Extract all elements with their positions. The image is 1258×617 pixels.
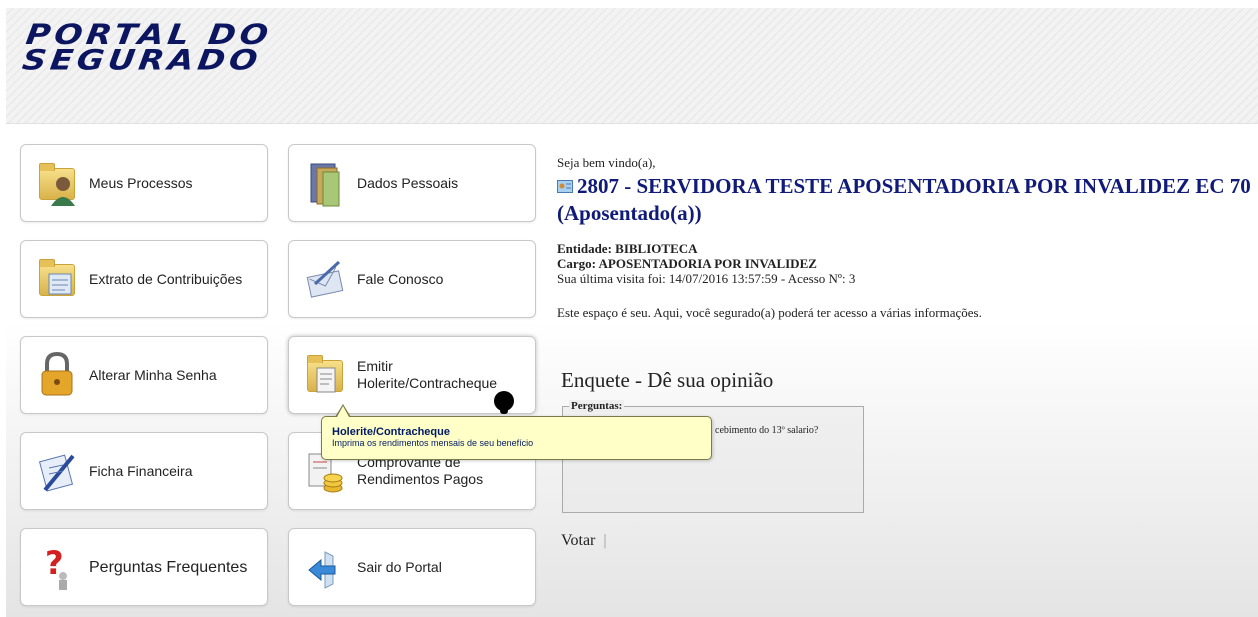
user-info: Entidade: BIBLIOTECA Cargo: APOSENTADORI…	[557, 241, 1251, 286]
menu-label: Extrato de Contribuições	[89, 270, 243, 287]
menu-extrato-contribuicoes[interactable]: Extrato de Contribuições	[20, 240, 268, 318]
user-name-line-1: 2807 - SERVIDORA TESTE APOSENTADORIA POR…	[577, 174, 1251, 198]
menu-label: Emitir Holerite/Contracheque	[357, 358, 498, 391]
menu-sair-portal[interactable]: Sair do Portal	[288, 528, 536, 606]
entidade-text: Entidade: BIBLIOTECA	[557, 241, 698, 256]
document-folder-icon	[305, 350, 345, 400]
user-name-line-2: (Aposentado(a))	[557, 201, 702, 225]
cargo-text: Cargo: APOSENTADORIA POR INVALIDEZ	[557, 256, 817, 271]
menu-perguntas-frequentes[interactable]: ? Perguntas Frequentes	[20, 528, 268, 606]
user-name-heading: 2807 - SERVIDORA TESTE APOSENTADORIA POR…	[557, 173, 1251, 227]
logo-line-2: SEGURADO	[20, 43, 264, 77]
exit-arrow-icon	[305, 542, 345, 592]
welcome-panel: Seja bem vindo(a), 2807 - SERVIDORA TEST…	[557, 155, 1251, 321]
last-visit-text: Sua última visita foi: 14/07/2016 13:57:…	[557, 271, 856, 286]
question-mark-person-icon: ?	[37, 542, 77, 592]
poll-actions: Votar |	[561, 532, 607, 550]
tooltip-arrow-fill	[337, 406, 349, 417]
envelope-pen-icon	[305, 254, 345, 304]
menu-label: Alterar Minha Senha	[89, 366, 217, 383]
document-folder-icon	[37, 254, 77, 304]
poll-question: cebimento do 13º salario?	[715, 425, 819, 436]
menu-label: Dados Pessoais	[357, 174, 459, 191]
mouse-cursor	[494, 391, 514, 414]
menu-meus-processos[interactable]: Meus Processos	[20, 144, 268, 222]
id-card-icon	[557, 180, 573, 193]
welcome-greeting: Seja bem vindo(a),	[557, 155, 656, 170]
menu-label-line-2: Rendimentos Pagos	[357, 471, 484, 487]
menu-ficha-financeira[interactable]: Ficha Financeira	[20, 432, 268, 510]
padlock-icon	[37, 350, 77, 400]
menu-label: Fale Conosco	[357, 270, 444, 287]
menu-label: Sair do Portal	[357, 558, 442, 575]
menu-fale-conosco[interactable]: Fale Conosco	[288, 240, 536, 318]
tooltip-title: Holerite/Contracheque	[332, 426, 450, 438]
menu-label: Meus Processos	[89, 174, 193, 191]
portal-logo[interactable]: PORTAL DO SEGURADO	[20, 18, 274, 77]
welcome-description: Este espaço é seu. Aqui, você segurado(a…	[557, 305, 982, 320]
menu-alterar-senha[interactable]: Alterar Minha Senha	[20, 336, 268, 414]
tooltip-description: Imprima os rendimentos mensais de seu be…	[332, 438, 534, 448]
notepad-pen-icon	[37, 446, 77, 496]
menu-label: Ficha Financeira	[89, 462, 193, 479]
poll-legend: Perguntas:	[569, 400, 625, 412]
vote-link[interactable]: Votar	[561, 532, 595, 549]
user-folder-icon	[37, 158, 77, 208]
binder-icon	[305, 158, 345, 208]
separator: |	[603, 532, 607, 549]
tooltip: Holerite/Contracheque Imprima os rendime…	[321, 416, 712, 460]
menu-dados-pessoais[interactable]: Dados Pessoais	[288, 144, 536, 222]
menu-label: Perguntas Frequentes	[89, 558, 248, 576]
poll-title: Enquete - Dê sua opinião	[561, 368, 774, 392]
header-banner: PORTAL DO SEGURADO	[6, 8, 1258, 124]
